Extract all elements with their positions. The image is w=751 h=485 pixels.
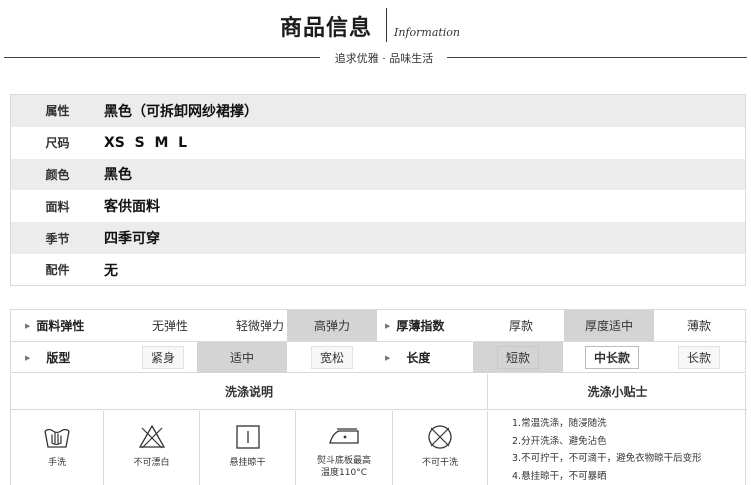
wash-tips-list: 1.常温洗涤，随浸随洗 2.分开洗涤、避免沾色 3.不可拧干，不可滴干，避免衣物… xyxy=(488,411,747,485)
hand-wash-icon xyxy=(44,428,70,448)
title-divider xyxy=(386,8,387,42)
subtitle-rule-left xyxy=(4,57,320,58)
section-subtitle: 追求优雅 · 品味生活 xyxy=(334,52,434,65)
no-tumble-dry-icon xyxy=(428,425,452,449)
thickness-option[interactable]: 厚款 xyxy=(475,310,567,341)
attribute-row: 面料 客供面料 xyxy=(11,190,745,222)
care-item-no-bleach: 不可漂白 xyxy=(104,411,200,485)
elasticity-option-selected[interactable]: 高弹力 xyxy=(287,310,377,341)
wash-tip: 1.常温洗涤，随浸随洗 xyxy=(512,418,607,429)
property-label-fit: ▶ 版型 xyxy=(25,351,71,365)
fit-option-selected[interactable]: 适中 xyxy=(197,342,287,373)
care-caption: 熨斗底板最高 温度110°C xyxy=(316,456,371,478)
attribute-key: 尺码 xyxy=(45,136,70,151)
care-item-no-tumble-dry: 不可干洗 xyxy=(393,411,488,485)
property-row: ▶ 版型 紧身 适中 宽松 ▶ 长度 短款 中长款 长款 xyxy=(11,342,747,374)
length-option[interactable]: 短款 xyxy=(473,342,563,373)
fit-option[interactable]: 宽松 xyxy=(287,342,377,373)
length-option[interactable]: 长款 xyxy=(653,342,745,373)
attribute-key: 面料 xyxy=(45,199,70,214)
triangle-right-icon: ▶ xyxy=(25,321,31,330)
attribute-row: 属性 黑色（可拆卸网纱裙撑） xyxy=(11,95,745,127)
attribute-row: 配件 无 xyxy=(11,254,745,286)
care-caption: 不可漂白 xyxy=(133,458,170,468)
wash-tip: 3.不可拧干，不可滴干，避免衣物晾干后变形 xyxy=(512,453,702,464)
care-caption: 不可干洗 xyxy=(421,458,458,468)
wash-tip: 2.分开洗涤、避免沾色 xyxy=(512,435,607,447)
attribute-value: XS S M L xyxy=(104,134,188,151)
fit-option[interactable]: 紧身 xyxy=(125,342,201,373)
care-caption: 手洗 xyxy=(47,458,66,468)
property-label-length: ▶ 长度 xyxy=(385,351,431,365)
section-header: 商品信息 Information 追求优雅 · 品味生活 xyxy=(0,0,751,70)
attribute-row: 颜色 黑色 xyxy=(11,158,745,191)
property-label-thickness: ▶ 厚薄指数 xyxy=(385,319,445,333)
attribute-value: 黑色（可拆卸网纱裙撑） xyxy=(104,103,258,120)
attribute-value: 黑色 xyxy=(104,167,132,184)
attribute-key: 季节 xyxy=(45,231,70,246)
triangle-right-icon: ▶ xyxy=(385,321,391,330)
care-item-hand-wash: 手洗 xyxy=(11,411,104,485)
wash-tips-title: 洗涤小贴士 xyxy=(488,374,747,410)
care-item-iron: 熨斗底板最高 温度110°C xyxy=(296,411,393,485)
section-title-en: Information xyxy=(394,26,461,39)
property-label-elasticity: ▶ 面料弹性 xyxy=(25,319,85,333)
attribute-row: 季节 四季可穿 xyxy=(11,222,745,254)
property-row: ▶ 面料弹性 无弹性 轻微弹力 高弹力 ▶ 厚薄指数 厚款 厚度适中 薄款 xyxy=(11,310,747,342)
attribute-row: 尺码 XS S M L xyxy=(11,127,745,159)
property-grid: ▶ 面料弹性 无弹性 轻微弹力 高弹力 ▶ 厚薄指数 厚款 厚度适中 薄款 ▶ … xyxy=(10,309,747,374)
attribute-key: 颜色 xyxy=(45,167,70,182)
attribute-value: 四季可穿 xyxy=(104,231,160,248)
section-title: 商品信息 xyxy=(280,16,373,41)
hang-dry-icon xyxy=(235,425,260,449)
care-caption: 悬挂晾干 xyxy=(229,458,266,468)
care-section: 洗涤说明 洗涤小贴士 手洗 不可漂白 悬挂晾干 熨斗底板最高 温度110°C 不… xyxy=(10,374,747,485)
elasticity-option[interactable]: 无弹性 xyxy=(125,310,215,341)
triangle-right-icon: ▶ xyxy=(25,353,31,362)
attribute-value: 无 xyxy=(104,262,118,279)
no-bleach-icon xyxy=(138,424,165,449)
thickness-option[interactable]: 薄款 xyxy=(653,310,745,341)
attribute-table: 属性 黑色（可拆卸网纱裙撑） 尺码 XS S M L 颜色 黑色 面料 客供面料… xyxy=(10,94,746,286)
triangle-right-icon: ▶ xyxy=(385,353,391,362)
wash-tip: 4.悬挂晾干，不可暴晒 xyxy=(512,470,607,482)
wash-instructions-title: 洗涤说明 xyxy=(11,374,488,410)
thickness-option-selected[interactable]: 厚度适中 xyxy=(564,310,654,341)
attribute-value: 客供面料 xyxy=(104,199,160,216)
iron-icon xyxy=(329,428,359,444)
subtitle-rule-right xyxy=(447,57,747,58)
care-item-hang-dry: 悬挂晾干 xyxy=(200,411,296,485)
length-option-selected[interactable]: 中长款 xyxy=(564,342,660,373)
attribute-key: 配件 xyxy=(45,263,70,278)
attribute-key: 属性 xyxy=(45,104,70,119)
